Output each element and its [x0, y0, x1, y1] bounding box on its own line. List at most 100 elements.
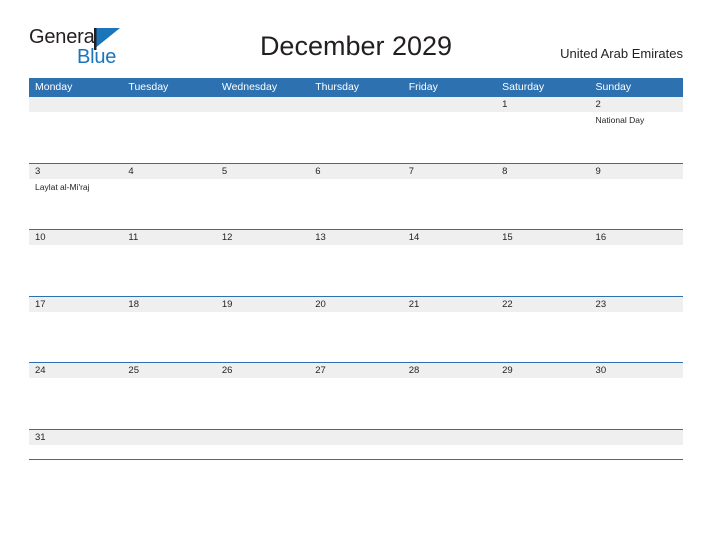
day-number[interactable]: [590, 430, 683, 445]
day-number[interactable]: 22: [496, 297, 589, 312]
weekday-sunday: Sunday: [595, 81, 632, 93]
day-event: [122, 445, 215, 447]
day-number[interactable]: 2: [590, 97, 683, 112]
day-event: [122, 245, 215, 247]
day-number[interactable]: [403, 97, 496, 112]
day-event: Laylat al-Mi'raj: [35, 181, 90, 192]
day-event: [403, 312, 496, 314]
day-event: [309, 378, 402, 380]
weekday-thursday: Thursday: [315, 81, 360, 93]
day-event: [216, 445, 309, 447]
day-number[interactable]: 25: [122, 363, 215, 378]
week-row-events: National Day: [29, 112, 683, 126]
weekday-wednesday: Wednesday: [221, 81, 278, 93]
day-event: [122, 312, 215, 314]
day-event: [216, 179, 309, 193]
day-event: [403, 112, 496, 126]
day-number[interactable]: [496, 430, 589, 445]
day-number[interactable]: 7: [403, 164, 496, 179]
day-number[interactable]: 31: [29, 430, 122, 445]
day-number[interactable]: 6: [309, 164, 402, 179]
day-number[interactable]: 30: [590, 363, 683, 378]
day-number[interactable]: 21: [403, 297, 496, 312]
day-number[interactable]: [216, 97, 309, 112]
day-number[interactable]: 29: [496, 363, 589, 378]
day-event: [216, 312, 309, 314]
day-event: [496, 112, 589, 126]
day-event: [496, 179, 589, 193]
day-event: [403, 245, 496, 247]
day-number[interactable]: 23: [590, 297, 683, 312]
day-number[interactable]: 20: [309, 297, 402, 312]
day-number[interactable]: 8: [496, 164, 589, 179]
day-number[interactable]: 13: [309, 230, 402, 245]
day-event: [216, 378, 309, 380]
day-event: National Day: [595, 115, 645, 125]
weekday-friday: Friday: [408, 81, 438, 93]
weekday-header-row: Monday Tuesday Wednesday Thursday Friday…: [29, 78, 683, 96]
week-row-events: [29, 245, 683, 247]
day-number[interactable]: [29, 97, 122, 112]
week-row-numbers: 24 25 26 27 28 29 30: [29, 363, 683, 378]
day-number[interactable]: [216, 430, 309, 445]
day-event: [29, 312, 122, 314]
day-number[interactable]: 17: [29, 297, 122, 312]
day-event: [590, 245, 683, 247]
day-number[interactable]: 27: [309, 363, 402, 378]
weekday-monday: Monday: [35, 81, 73, 93]
day-event: [590, 179, 683, 193]
day-number[interactable]: 12: [216, 230, 309, 245]
day-event: [403, 179, 496, 193]
week-row: 24 25 26 27 28 29 30: [29, 362, 683, 429]
day-event: [309, 245, 402, 247]
weekday-tuesday: Tuesday: [128, 81, 169, 93]
day-event: [216, 112, 309, 126]
day-number[interactable]: 9: [590, 164, 683, 179]
week-row: 10 11 12 13 14 15 16: [29, 229, 683, 296]
day-number[interactable]: 10: [29, 230, 122, 245]
day-number[interactable]: 4: [122, 164, 215, 179]
week-row-numbers: 10 11 12 13 14 15 16: [29, 230, 683, 245]
day-event: [496, 445, 589, 447]
day-event: [496, 378, 589, 380]
day-event: [29, 112, 122, 126]
week-row-events: [29, 378, 683, 380]
day-number[interactable]: 19: [216, 297, 309, 312]
day-number[interactable]: [309, 97, 402, 112]
day-number[interactable]: 11: [122, 230, 215, 245]
day-number[interactable]: 3: [29, 164, 122, 179]
day-number[interactable]: 16: [590, 230, 683, 245]
day-event: [590, 312, 683, 314]
day-event: [122, 378, 215, 380]
calendar-grid: Monday Tuesday Wednesday Thursday Friday…: [29, 78, 683, 460]
day-number[interactable]: 26: [216, 363, 309, 378]
week-row: 31: [29, 428, 683, 459]
day-number[interactable]: 18: [122, 297, 215, 312]
calendar-bottom-rule: [29, 458, 683, 460]
weekday-saturday: Saturday: [502, 81, 545, 93]
day-event: [590, 445, 683, 447]
day-number[interactable]: [122, 430, 215, 445]
day-number[interactable]: [403, 430, 496, 445]
day-number[interactable]: 15: [496, 230, 589, 245]
day-number[interactable]: 24: [29, 363, 122, 378]
day-number[interactable]: [122, 97, 215, 112]
week-row-numbers: 31: [29, 429, 683, 445]
week-row-numbers: 3 4 5 6 7 8 9: [29, 163, 683, 179]
week-row-numbers: 1 2: [29, 97, 683, 112]
day-number[interactable]: 1: [496, 97, 589, 112]
day-event: [29, 245, 122, 247]
week-row: 3 4 5 6 7 8 9 Laylat al-Mi'raj: [29, 162, 683, 230]
day-event: [309, 112, 402, 126]
page-header: General Blue December 2029 United Arab E…: [0, 0, 712, 70]
week-row: 17 18 19 20 21 22 23: [29, 295, 683, 363]
day-number[interactable]: 28: [403, 363, 496, 378]
day-event: [122, 179, 215, 193]
day-event: [309, 179, 402, 193]
day-number[interactable]: [309, 430, 402, 445]
day-event: [496, 312, 589, 314]
day-number[interactable]: 5: [216, 164, 309, 179]
day-event: [309, 445, 402, 447]
day-event: [590, 378, 683, 380]
day-number[interactable]: 14: [403, 230, 496, 245]
